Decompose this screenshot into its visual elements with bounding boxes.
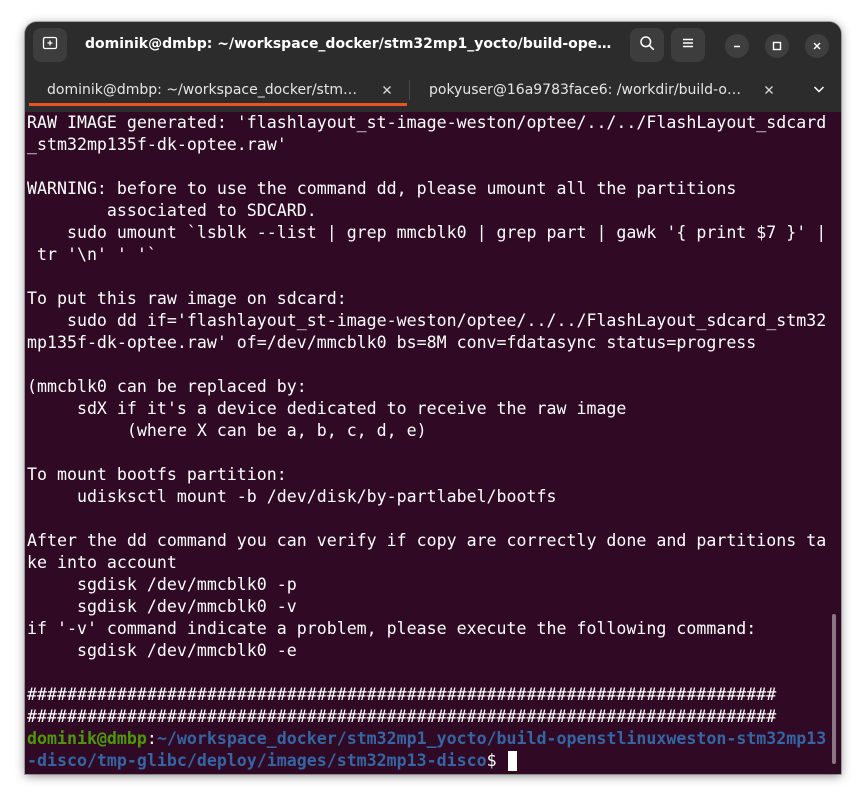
hamburger-menu-icon — [680, 35, 696, 55]
tab-bar: dominik@dmbp: ~/workspace_docker/stm32..… — [25, 68, 841, 112]
output-line: ke into account — [27, 553, 177, 572]
prompt-user-host: dominik@dmbp — [27, 729, 147, 748]
output-line: After the dd command you can verify if c… — [27, 531, 827, 550]
tabs-dropdown-button[interactable] — [807, 78, 831, 102]
prompt-colon: : — [146, 729, 157, 748]
output-line: sgdisk /dev/mmcblk0 -e — [27, 641, 297, 660]
output-line: tr '\n' ' '` — [27, 245, 157, 264]
output-line: udisksctl mount -b /dev/disk/by-partlabe… — [27, 487, 557, 506]
terminal-output[interactable]: RAW IMAGE generated: 'flashlayout_st-ima… — [25, 112, 841, 774]
output-line: sudo umount `lsblk --list | grep mmcblk0… — [27, 223, 827, 242]
output-line: sgdisk /dev/mmcblk0 -p — [27, 575, 297, 594]
title-bar: dominik@dmbp: ~/workspace_docker/stm32mp… — [25, 22, 841, 68]
shell-prompt-continued: -disco/tmp-glibc/deploy/images/stm32mp13… — [27, 750, 517, 772]
search-icon — [639, 35, 655, 55]
output-line: if '-v' command indicate a problem, plea… — [27, 619, 757, 638]
search-button[interactable] — [630, 28, 664, 62]
tab-close-icon[interactable] — [379, 82, 395, 98]
output-line: ########################################… — [27, 685, 777, 704]
output-line: sudo dd if='flashlayout_st-image-weston/… — [27, 311, 827, 330]
output-line: _stm32mp135f-dk-optee.raw' — [27, 135, 287, 154]
text-cursor — [507, 751, 517, 771]
close-button[interactable] — [805, 34, 829, 58]
output-line: mp135f-dk-optee.raw' of=/dev/mmcblk0 bs=… — [27, 333, 757, 352]
new-tab-icon — [42, 35, 58, 55]
active-tab-indicator — [29, 103, 407, 106]
prompt-path: ~/workspace_docker/stm32mp1_yocto/build-… — [156, 729, 827, 748]
tab-label: dominik@dmbp: ~/workspace_docker/stm32..… — [47, 82, 362, 98]
tab-label: pokyuser@16a9783face6: /workdir/build-op… — [429, 82, 744, 98]
tab-close-icon[interactable] — [761, 82, 777, 98]
tab-dominik-dmbp[interactable]: dominik@dmbp: ~/workspace_docker/stm32..… — [29, 68, 407, 112]
minimize-button[interactable] — [725, 34, 749, 58]
output-line: sdX if it's a device dedicated to receiv… — [27, 399, 627, 418]
output-line: RAW IMAGE generated: 'flashlayout_st-ima… — [27, 113, 827, 132]
prompt-path: -disco/tmp-glibc/deploy/images/stm32mp13… — [27, 751, 487, 770]
output-line: WARNING: before to use the command dd, p… — [27, 179, 737, 198]
terminal-window: dominik@dmbp: ~/workspace_docker/stm32mp… — [25, 22, 841, 774]
output-line: To put this raw image on sdcard: — [27, 289, 347, 308]
maximize-icon — [771, 37, 783, 56]
tab-divider — [409, 80, 410, 100]
tab-pokyuser[interactable]: pokyuser@16a9783face6: /workdir/build-op… — [411, 68, 789, 112]
output-line: (mmcblk0 can be replaced by: — [27, 377, 307, 396]
new-tab-button[interactable] — [33, 28, 67, 62]
close-icon — [811, 37, 823, 56]
minimize-icon — [731, 37, 743, 56]
maximize-button[interactable] — [765, 34, 789, 58]
chevron-down-icon — [812, 81, 826, 100]
output-line: sgdisk /dev/mmcblk0 -v — [27, 597, 297, 616]
output-line: To mount bootfs partition: — [27, 465, 287, 484]
shell-prompt: dominik@dmbp:~/workspace_docker/stm32mp1… — [27, 728, 826, 750]
output-line: associated to SDCARD. — [27, 201, 317, 220]
menu-button[interactable] — [671, 28, 705, 62]
output-line: (where X can be a, b, c, d, e) — [27, 421, 427, 440]
output-line: ########################################… — [27, 707, 777, 726]
window-title: dominik@dmbp: ~/workspace_docker/stm32mp… — [85, 36, 615, 52]
scrollbar[interactable] — [832, 614, 836, 764]
prompt-symbol: $ — [486, 751, 497, 770]
